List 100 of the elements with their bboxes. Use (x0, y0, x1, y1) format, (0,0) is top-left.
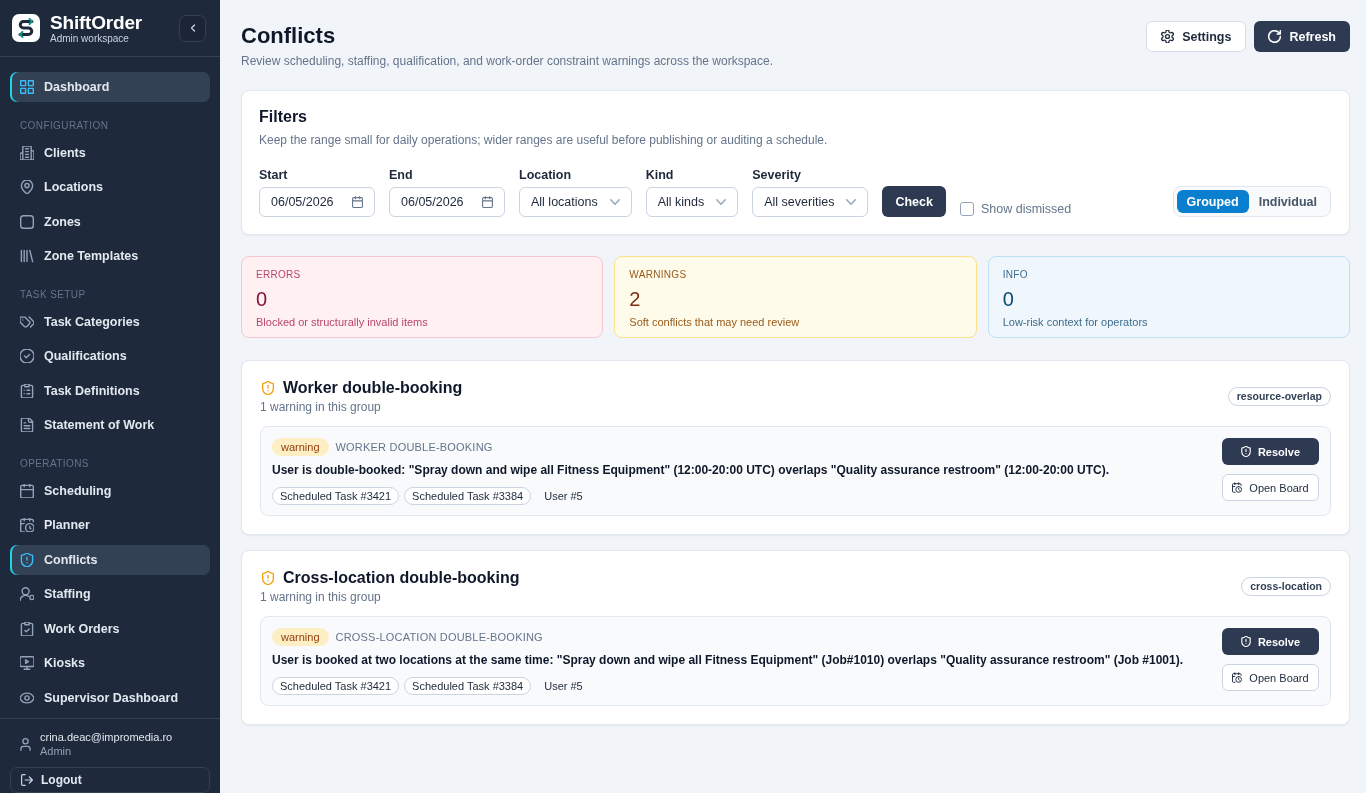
category-tag: resource-overlap (1227, 386, 1331, 406)
calendar-icon (352, 196, 363, 208)
reference-chip: Scheduled Task #3421 (272, 487, 400, 505)
person-icon (20, 587, 34, 601)
stat-count: 2 (629, 287, 642, 311)
conflict-type: CROSS-LOCATION DOUBLE-BOOKING (335, 631, 543, 643)
group-subtitle: 1 warning in this group (260, 400, 382, 414)
calendar-clock-icon (1232, 482, 1243, 493)
user-email: crina.deac@impromedia.ro (40, 730, 173, 744)
sidebar-item[interactable]: Task Definitions (10, 375, 210, 406)
sidebar-item[interactable]: Zone Templates (10, 241, 210, 271)
section-heading: TASK SETUP (19, 289, 87, 301)
calendar-clock-icon (1232, 672, 1243, 683)
sidebar-item[interactable]: Work Orders (10, 613, 210, 644)
field-label: Start (259, 167, 289, 183)
user-role: Admin (40, 744, 73, 758)
sidebar-item[interactable]: Scheduling (10, 475, 210, 506)
conflict-message: User is double-booked: "Spray down and wipe all Fitness Equipment" (12:00-20:00 UTC) overlaps "Quality assurance restroom" (12:00-20:00 UTC). (272, 463, 1109, 478)
chevron-left-icon (189, 24, 196, 32)
field-label: Location (519, 167, 573, 183)
select-field[interactable]: All severities (752, 187, 869, 217)
sidebar-item[interactable]: Conflicts (10, 544, 210, 575)
sidebar-item[interactable]: Qualifications (10, 341, 210, 371)
chevron-down-icon (609, 199, 620, 205)
view-tab[interactable]: Grouped (1176, 190, 1249, 213)
severity-badge: warning (272, 438, 329, 456)
stat-description: Soft conflicts that may need review (629, 315, 801, 329)
clipboard-check-icon (20, 621, 34, 636)
reference-text: User #5 (543, 489, 584, 504)
bars-icon (20, 249, 34, 263)
open-board-button[interactable]: Open Board (1222, 474, 1319, 501)
resolve-button[interactable]: Resolve (1222, 438, 1319, 465)
calendar-icon (482, 196, 493, 208)
conflict-message: User is booked at two locations at the same time: "Spray down and wipe all Fitness Equipment" (Job#1010) overlaps "Quality assurance restroom" (Job #1001). (272, 653, 1183, 668)
sidebar-item[interactable]: Planner (10, 510, 210, 540)
person-icon (20, 737, 31, 751)
select-field[interactable]: All kinds (645, 187, 739, 217)
grid-icon (20, 80, 34, 94)
logout-icon (21, 774, 33, 786)
severity-badge: warning (272, 628, 329, 646)
stat-description: Low-risk context for operators (1002, 315, 1149, 329)
sidebar-item[interactable]: Clients (10, 137, 210, 168)
date-field[interactable]: 06/05/2026 (389, 187, 505, 217)
filters-description: Keep the range small for daily operations; wider ranges are useful before publishing or auditing a schedule. (259, 133, 829, 147)
sidebar-item[interactable]: Zones (10, 206, 210, 237)
stat-label: INFO (1002, 269, 1029, 281)
conflict-type: WORKER DOUBLE-BOOKING (335, 441, 493, 453)
clipboard-list-icon (20, 383, 34, 398)
refresh-icon (1268, 30, 1282, 43)
collapse-button[interactable] (179, 14, 206, 42)
shield-alert-icon (1240, 446, 1251, 457)
shield-alert-icon (262, 571, 274, 585)
sidebar-item[interactable]: Staffing (10, 579, 210, 609)
reference-chip: Scheduled Task #3421 (272, 677, 400, 695)
date-field[interactable]: 06/05/2026 (259, 187, 375, 217)
resolve-button[interactable]: Resolve (1222, 628, 1319, 655)
view-tab[interactable]: Individual (1248, 190, 1327, 213)
group-title: Worker double-booking (283, 378, 463, 398)
shield-alert-icon (262, 381, 274, 395)
settings-button[interactable]: Settings (1146, 21, 1247, 52)
sidebar-item[interactable]: Dashboard (10, 72, 210, 102)
sidebar-item[interactable]: Locations (10, 172, 210, 202)
group-title: Cross-location double-booking (283, 568, 520, 588)
stat-description: Blocked or structurally invalid items (256, 315, 429, 329)
chevron-down-icon (716, 199, 727, 205)
sidebar-item[interactable]: Supervisor Dashboard (10, 682, 210, 713)
sidebar-item[interactable]: Statement of Work (10, 410, 210, 440)
checkbox[interactable] (959, 202, 974, 216)
stat-label: ERRORS (256, 269, 302, 281)
field-label: End (389, 167, 414, 183)
section-heading: OPERATIONS (19, 458, 90, 470)
reference-chip: Scheduled Task #3384 (404, 677, 532, 695)
calendar-clock-icon (20, 518, 34, 532)
shield-alert-icon (20, 552, 34, 567)
group-subtitle: 1 warning in this group (260, 590, 382, 604)
section-heading: CONFIGURATION (19, 120, 110, 132)
sidebar-item[interactable]: Kiosks (10, 648, 210, 678)
field-label: Kind (645, 167, 675, 183)
check-button[interactable]: Check (882, 186, 946, 217)
stat-count: 0 (1002, 287, 1015, 311)
checkbox-label: Show dismissed (980, 202, 1072, 216)
logo-icon (12, 14, 40, 42)
tag-icon (20, 314, 34, 329)
calendar-icon (20, 483, 34, 498)
app-name: ShiftOrder (50, 11, 142, 33)
sidebar-item[interactable]: Task Categories (10, 306, 210, 337)
map-pin-icon (20, 180, 34, 194)
field-label: Severity (752, 167, 802, 183)
logout-button[interactable]: Logout (10, 767, 210, 793)
document-icon (20, 418, 34, 432)
open-board-button[interactable]: Open Board (1222, 664, 1319, 691)
page-title: Conflicts (241, 22, 337, 50)
reference-chip: Scheduled Task #3384 (404, 487, 532, 505)
monitor-icon (20, 656, 34, 670)
category-tag: cross-location (1241, 576, 1331, 596)
select-field[interactable]: All locations (519, 187, 632, 217)
workspace-subtitle: Admin workspace (50, 32, 130, 45)
eye-icon (20, 690, 34, 705)
refresh-button[interactable]: Refresh (1254, 21, 1350, 52)
shield-alert-icon (1240, 636, 1251, 647)
